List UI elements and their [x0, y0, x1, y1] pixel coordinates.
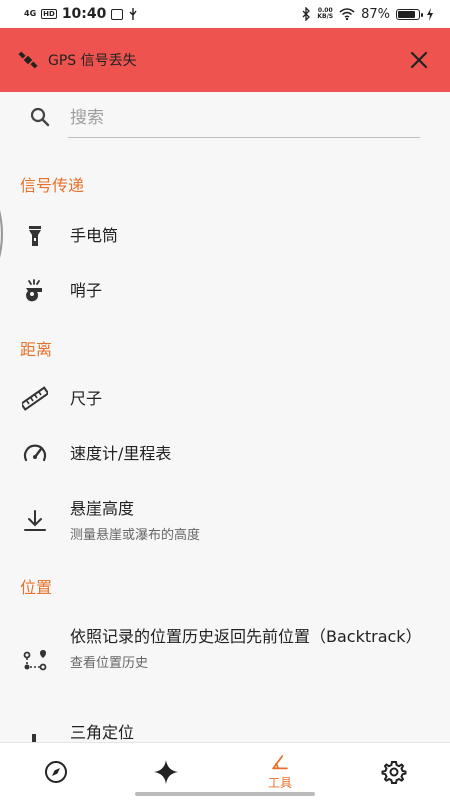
compass-icon	[45, 761, 67, 783]
net-speed: 0.00 KB/S	[317, 8, 333, 20]
nav-navigation[interactable]	[0, 743, 112, 800]
bottom-navigation: 工具	[0, 742, 450, 800]
network-type: 4G	[24, 9, 37, 18]
nav-tools-label: 工具	[267, 776, 292, 790]
close-icon[interactable]	[406, 47, 432, 73]
notification-icon	[111, 8, 124, 20]
section-signaling: 信号传递	[20, 176, 85, 195]
net-speed-unit: KB/S	[317, 13, 334, 20]
search-bar	[0, 92, 450, 148]
tool-subtitle: 测量悬崖或瀑布的高度	[70, 528, 201, 543]
wifi-icon	[339, 8, 355, 20]
star-sparkle-icon	[154, 760, 178, 784]
search-input[interactable]	[68, 98, 420, 138]
tool-title: 三角定位	[70, 723, 135, 742]
tool-item-flashlight[interactable]: 手电筒	[0, 212, 450, 260]
speedometer-icon	[23, 444, 47, 462]
tool-title: 哨子	[70, 281, 103, 300]
tool-item-ruler[interactable]: 尺子	[0, 375, 450, 423]
tool-title: 尺子	[70, 389, 103, 408]
gps-signal-lost-banner[interactable]: GPS 信号丢失	[0, 28, 450, 92]
search-icon	[30, 107, 50, 127]
home-indicator[interactable]	[135, 792, 315, 796]
tool-title: 悬崖高度	[70, 499, 135, 518]
route-icon	[23, 650, 47, 671]
clock: 10:40	[61, 6, 107, 22]
battery-percent: 87%	[361, 6, 390, 22]
gear-icon	[381, 761, 407, 784]
status-right: 0.00 KB/S 87%	[301, 7, 434, 22]
tool-subtitle: 查看位置历史	[70, 656, 149, 671]
whistle-icon	[26, 279, 42, 302]
tool-title: 速度计/里程表	[70, 444, 172, 463]
satellite-icon	[18, 51, 38, 69]
nav-settings[interactable]	[338, 743, 450, 800]
flashlight-icon	[29, 226, 41, 246]
hd-badge: HD	[41, 9, 57, 19]
tool-title: 手电筒	[70, 226, 119, 245]
section-distance: 距离	[20, 340, 53, 359]
charging-icon	[427, 7, 433, 21]
bluetooth-icon	[302, 7, 311, 21]
tool-item-whistle[interactable]: 哨子	[0, 267, 450, 315]
status-left: 4G HD 10:40	[24, 6, 138, 22]
status-bar: 4G HD 10:40 0.00 KB/S 87%	[0, 0, 450, 28]
tool-item-speedometer[interactable]: 速度计/里程表	[0, 430, 450, 478]
ruler-icon	[22, 386, 48, 411]
battery-icon	[396, 8, 423, 20]
download-arrow-icon	[24, 510, 46, 531]
usb-icon	[129, 8, 137, 20]
section-location: 位置	[20, 578, 53, 597]
gps-banner-text: GPS 信号丢失	[48, 53, 137, 69]
tool-title: 依照记录的位置历史返回先前位置（Backtrack）	[70, 627, 422, 646]
tool-item-backtrack[interactable]: 依照记录的位置历史返回先前位置（Backtrack） 查看位置历史	[0, 622, 450, 698]
tool-item-cliff-height[interactable]: 悬崖高度 测量悬崖或瀑布的高度	[0, 490, 450, 552]
tools-angle-icon	[272, 755, 288, 770]
